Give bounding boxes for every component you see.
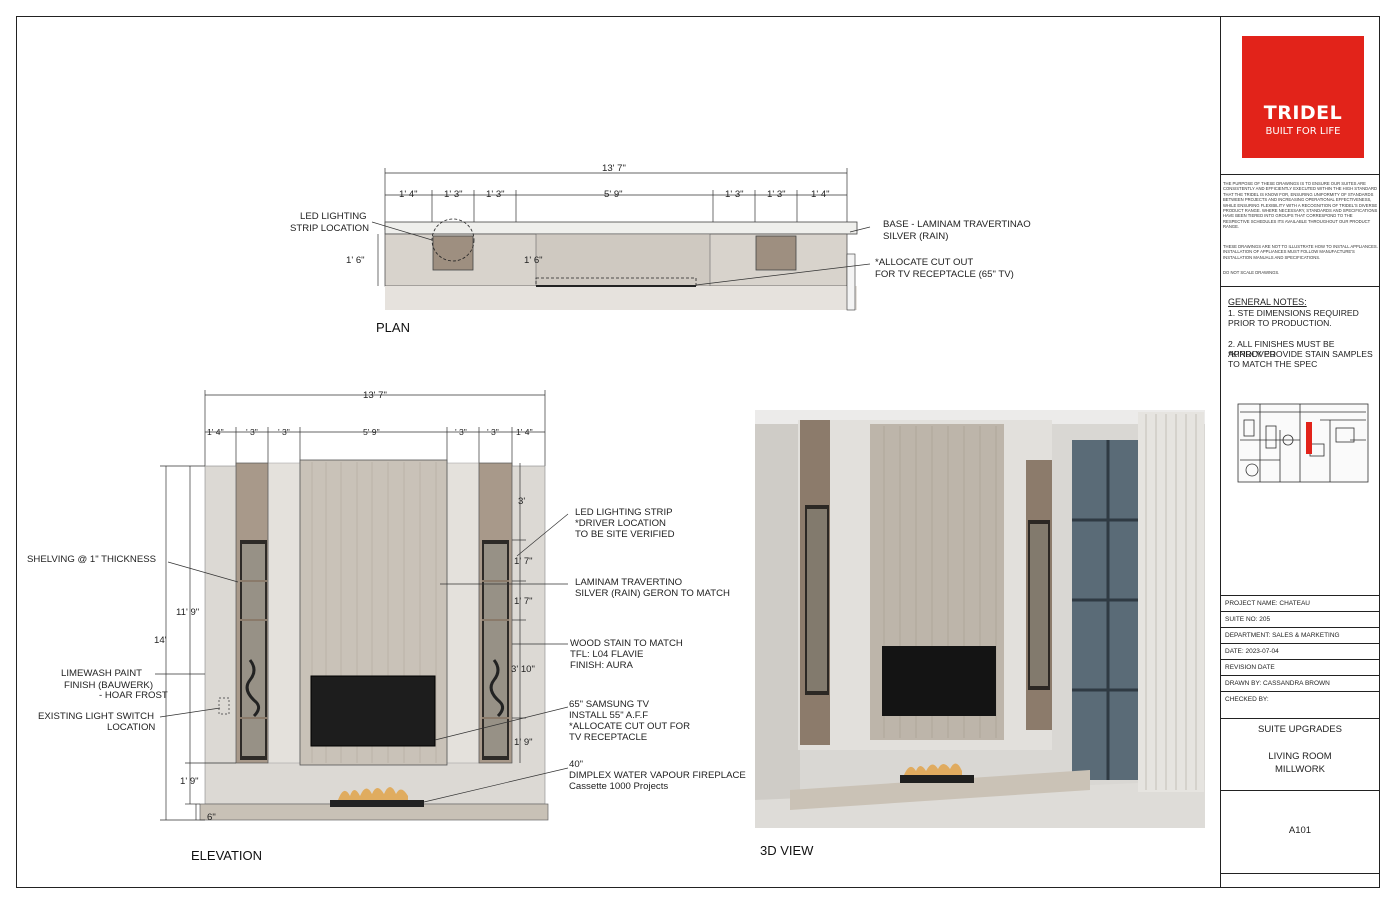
- 3d-view-label: 3D VIEW: [760, 843, 814, 858]
- 3d-render: [755, 410, 1205, 828]
